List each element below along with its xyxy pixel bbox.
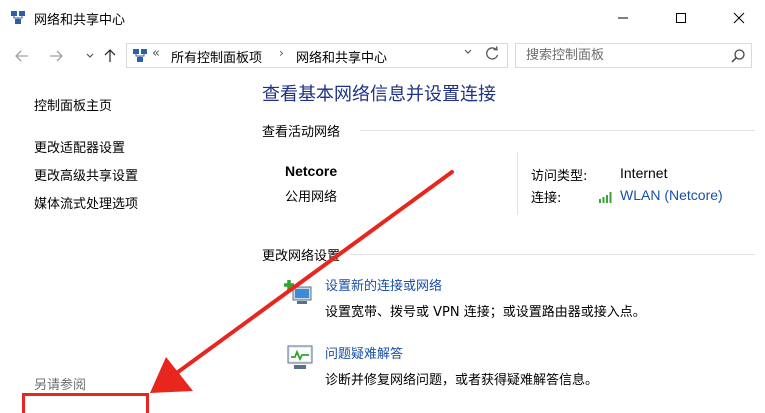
connection-link[interactable]: WLAN (Netcore) bbox=[620, 187, 723, 203]
network-type: 公用网络 bbox=[285, 190, 338, 205]
setup-description: 设置宽带、拨号或 VPN 连接；或设置路由器或接入点。 bbox=[325, 305, 646, 320]
sidebar-item-advanced-sharing-settings[interactable]: 更改高级共享设置 bbox=[34, 165, 138, 184]
address-bar[interactable]: « 所有控制面板项 › 网络和共享中心 bbox=[126, 43, 508, 68]
troubleshoot-description: 诊断并修复网络问题，或者获得疑难解答信息。 bbox=[325, 373, 599, 388]
section-divider bbox=[360, 130, 755, 131]
window-title: 网络和共享中心 bbox=[34, 13, 126, 28]
new-connection-icon bbox=[284, 280, 312, 304]
access-type-value: Internet bbox=[620, 165, 668, 181]
minimize-icon bbox=[618, 17, 628, 19]
refresh-icon bbox=[486, 46, 499, 60]
troubleshoot-link[interactable]: 问题疑难解答 bbox=[325, 343, 403, 362]
arrow-up-icon bbox=[104, 49, 116, 62]
close-button[interactable] bbox=[716, 0, 762, 36]
chevron-down-icon bbox=[86, 53, 94, 58]
troubleshoot-icon bbox=[287, 345, 313, 369]
search-icon[interactable] bbox=[730, 48, 746, 64]
refresh-button[interactable] bbox=[484, 45, 500, 67]
title-bar: 网络和共享中心 bbox=[0, 0, 765, 36]
close-icon bbox=[733, 12, 745, 24]
breadcrumb-all-control-panel[interactable]: 所有控制面板项 bbox=[171, 47, 262, 66]
wifi-signal-icon bbox=[599, 192, 612, 203]
section-divider bbox=[350, 254, 755, 255]
breadcrumb-overflow-icon[interactable]: « bbox=[152, 46, 160, 61]
minimize-button[interactable] bbox=[600, 0, 646, 36]
chevron-down-icon bbox=[464, 49, 472, 54]
sidebar-item-control-panel-home[interactable]: 控制面板主页 bbox=[34, 95, 112, 114]
access-type-label: 访问类型: bbox=[531, 169, 588, 184]
breadcrumb-separator-icon[interactable]: › bbox=[279, 46, 284, 60]
maximize-icon bbox=[676, 13, 686, 23]
network-name: Netcore bbox=[285, 163, 338, 179]
back-button[interactable] bbox=[10, 44, 34, 68]
search-box[interactable] bbox=[515, 43, 752, 68]
forward-button[interactable] bbox=[44, 44, 68, 68]
page-title: 查看基本网络信息并设置连接 bbox=[262, 84, 496, 105]
search-input[interactable] bbox=[516, 44, 726, 67]
sidebar-item-change-adapter-settings[interactable]: 更改适配器设置 bbox=[34, 137, 125, 156]
arrow-left-icon bbox=[15, 50, 28, 62]
network-center-icon bbox=[133, 49, 147, 62]
active-networks-heading: 查看活动网络 bbox=[262, 125, 341, 140]
arrow-right-icon bbox=[50, 50, 63, 62]
see-also-heading: 另请参阅 bbox=[34, 378, 87, 393]
network-center-icon bbox=[11, 11, 25, 24]
connection-label: 连接: bbox=[531, 191, 562, 206]
setup-new-connection-link[interactable]: 设置新的连接或网络 bbox=[325, 275, 442, 294]
address-dropdown-button[interactable] bbox=[463, 47, 473, 60]
vertical-divider bbox=[517, 152, 518, 215]
sidebar-item-media-streaming-options[interactable]: 媒体流式处理选项 bbox=[34, 193, 138, 212]
up-button[interactable] bbox=[98, 44, 122, 68]
breadcrumb-network-center[interactable]: 网络和共享中心 bbox=[296, 47, 387, 66]
change-settings-heading: 更改网络设置 bbox=[262, 249, 341, 264]
maximize-button[interactable] bbox=[658, 0, 704, 36]
annotation-highlight-box bbox=[22, 393, 149, 413]
